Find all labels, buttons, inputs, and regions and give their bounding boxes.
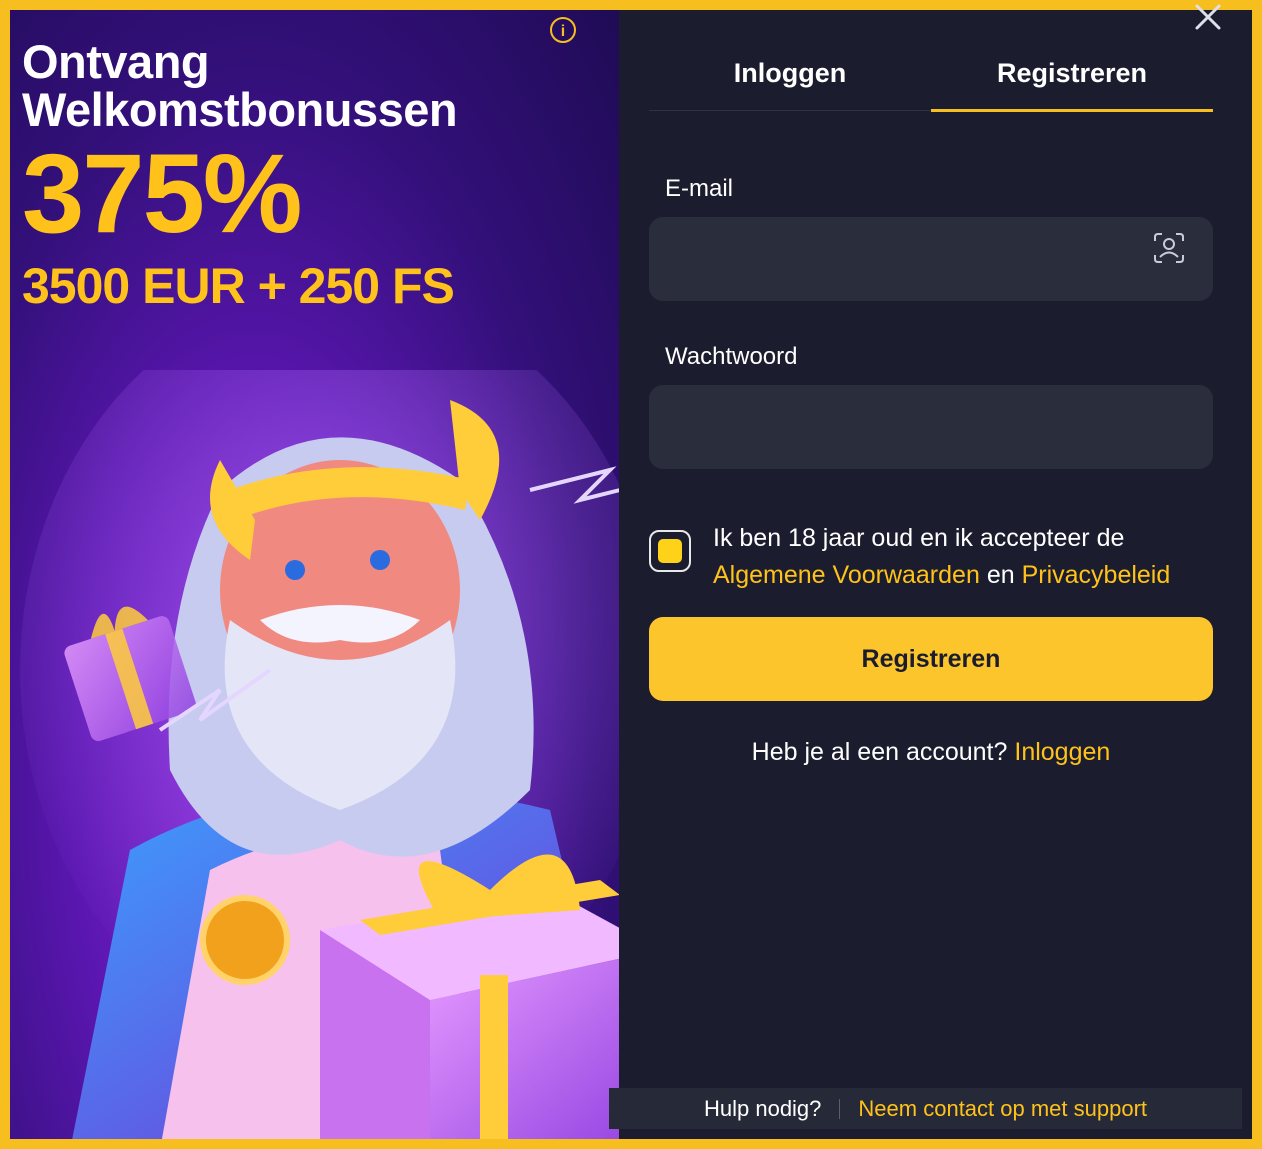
- help-footer: Hulp nodig? Neem contact op met support: [609, 1088, 1242, 1129]
- zeus-gift-illustration: [20, 370, 619, 1139]
- promo-title-line2: Welkomstbonussen: [22, 83, 458, 136]
- email-label: E-mail: [665, 175, 734, 202]
- help-label: Hulp nodig?: [703, 1095, 822, 1121]
- promo-title: Ontvang Welkomstbonussen: [22, 35, 458, 136]
- terms-text: Ik ben 18 jaar oud en ik accepteer de Al…: [713, 520, 1193, 594]
- terms-prefix: Ik ben 18 jaar oud en ik accepteer de: [713, 524, 1125, 552]
- terms-conjunction: en: [986, 561, 1015, 589]
- promo-banner: Ontvang Welkomstbonussen 375% 3500 EUR +…: [10, 10, 619, 1139]
- info-icon[interactable]: i: [550, 17, 576, 43]
- age-terms-checkbox[interactable]: [649, 530, 691, 572]
- password-field[interactable]: [649, 385, 1213, 469]
- email-field[interactable]: [649, 217, 1213, 301]
- footer-divider: [839, 1098, 841, 1119]
- auth-tabs: Inloggen Registreren: [649, 50, 1213, 112]
- tab-register[interactable]: Registreren: [931, 50, 1213, 112]
- promo-percent: 375%: [22, 131, 302, 256]
- checkbox-checked-indicator: [658, 539, 682, 563]
- privacy-link[interactable]: Privacybeleid: [1022, 561, 1171, 589]
- support-link[interactable]: Neem contact op met support: [858, 1096, 1147, 1122]
- have-account-text: Heb je al een account? Inloggen: [649, 738, 1213, 767]
- password-label: Wachtwoord: [665, 343, 798, 370]
- close-icon[interactable]: [1193, 2, 1223, 32]
- promo-title-line1: Ontvang: [22, 35, 210, 88]
- promo-amount: 3500 EUR + 250 FS: [22, 258, 455, 314]
- have-account-label: Heb je al een account?: [751, 738, 1008, 766]
- register-button[interactable]: Registreren: [649, 617, 1213, 701]
- user-scan-icon[interactable]: [1152, 231, 1186, 265]
- modal-frame: Ontvang Welkomstbonussen 375% 3500 EUR +…: [0, 0, 1262, 1149]
- terms-link[interactable]: Algemene Voorwaarden: [713, 561, 980, 589]
- tab-login[interactable]: Inloggen: [649, 50, 931, 110]
- login-link[interactable]: Inloggen: [1014, 738, 1110, 766]
